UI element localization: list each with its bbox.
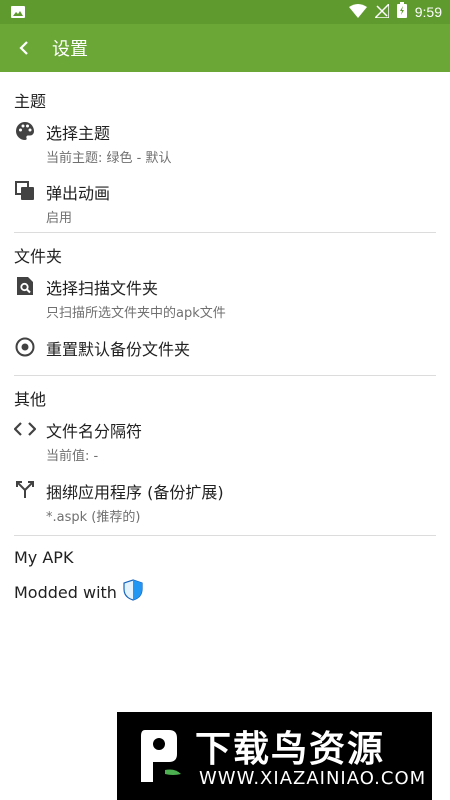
layers-icon (14, 180, 36, 202)
choose-theme-subtitle: 当前主题: 绿色 - 默认 (46, 151, 172, 166)
section-header-other: 其他 (14, 390, 47, 409)
popup-animation-title: 弹出动画 (46, 184, 111, 203)
filename-separator-title: 文件名分隔符 (46, 422, 143, 441)
code-icon (14, 418, 36, 440)
status-bar: 9:59 (0, 0, 450, 24)
popup-animation-item[interactable]: 弹出动画 启用 (0, 176, 450, 230)
clock: 9:59 (414, 4, 442, 20)
no-signal-icon (372, 1, 390, 22)
divider (14, 535, 436, 536)
popup-animation-subtitle: 启用 (46, 211, 73, 226)
reset-backup-folder-title: 重置默认备份文件夹 (46, 340, 191, 359)
modded-with-label: Modded with (14, 582, 117, 602)
choose-theme-title: 选择主题 (46, 124, 111, 143)
scan-folder-subtitle: 只扫描所选文件夹中的apk文件 (46, 306, 226, 321)
battery-charging-icon (396, 2, 407, 22)
choose-theme-item[interactable]: 选择主题 当前主题: 绿色 - 默认 (0, 116, 450, 170)
bundle-apps-item[interactable]: 捆绑应用程序 (备份扩展) *.aspk (推荐的) (0, 475, 450, 529)
radio-target-icon (14, 336, 36, 358)
divider (14, 232, 436, 233)
watermark-url: WWW.XIAZAINIAO.COM (199, 768, 427, 789)
wifi-icon (348, 3, 367, 22)
app-toolbar: 设置 (0, 24, 450, 72)
bird-logo-icon (127, 724, 187, 788)
back-arrow-icon[interactable] (14, 38, 34, 58)
app-name: My APK (14, 548, 74, 567)
filename-separator-item[interactable]: 文件名分隔符 当前值: - (0, 414, 450, 468)
watermark-banner: 下载鸟资源 WWW.XIAZAINIAO.COM (117, 712, 432, 800)
file-search-icon (14, 275, 36, 297)
filename-separator-subtitle: 当前值: - (46, 449, 99, 464)
bundle-apps-subtitle: *.aspk (推荐的) (46, 510, 141, 525)
shield-icon (123, 579, 143, 605)
scan-folder-title: 选择扫描文件夹 (46, 279, 159, 298)
merge-icon (14, 479, 36, 501)
bundle-apps-title: 捆绑应用程序 (备份扩展) (46, 483, 224, 502)
section-header-theme: 主题 (14, 92, 47, 111)
divider (14, 375, 436, 376)
reset-backup-folder-item[interactable]: 重置默认备份文件夹 (0, 333, 450, 363)
palette-icon (14, 120, 36, 142)
modded-with-row: Modded with (14, 579, 143, 605)
image-notification-icon (10, 4, 26, 24)
watermark-title: 下载鸟资源 (195, 729, 386, 770)
scan-folder-item[interactable]: 选择扫描文件夹 只扫描所选文件夹中的apk文件 (0, 271, 450, 325)
section-header-folder: 文件夹 (14, 247, 63, 266)
page-title: 设置 (52, 39, 88, 60)
